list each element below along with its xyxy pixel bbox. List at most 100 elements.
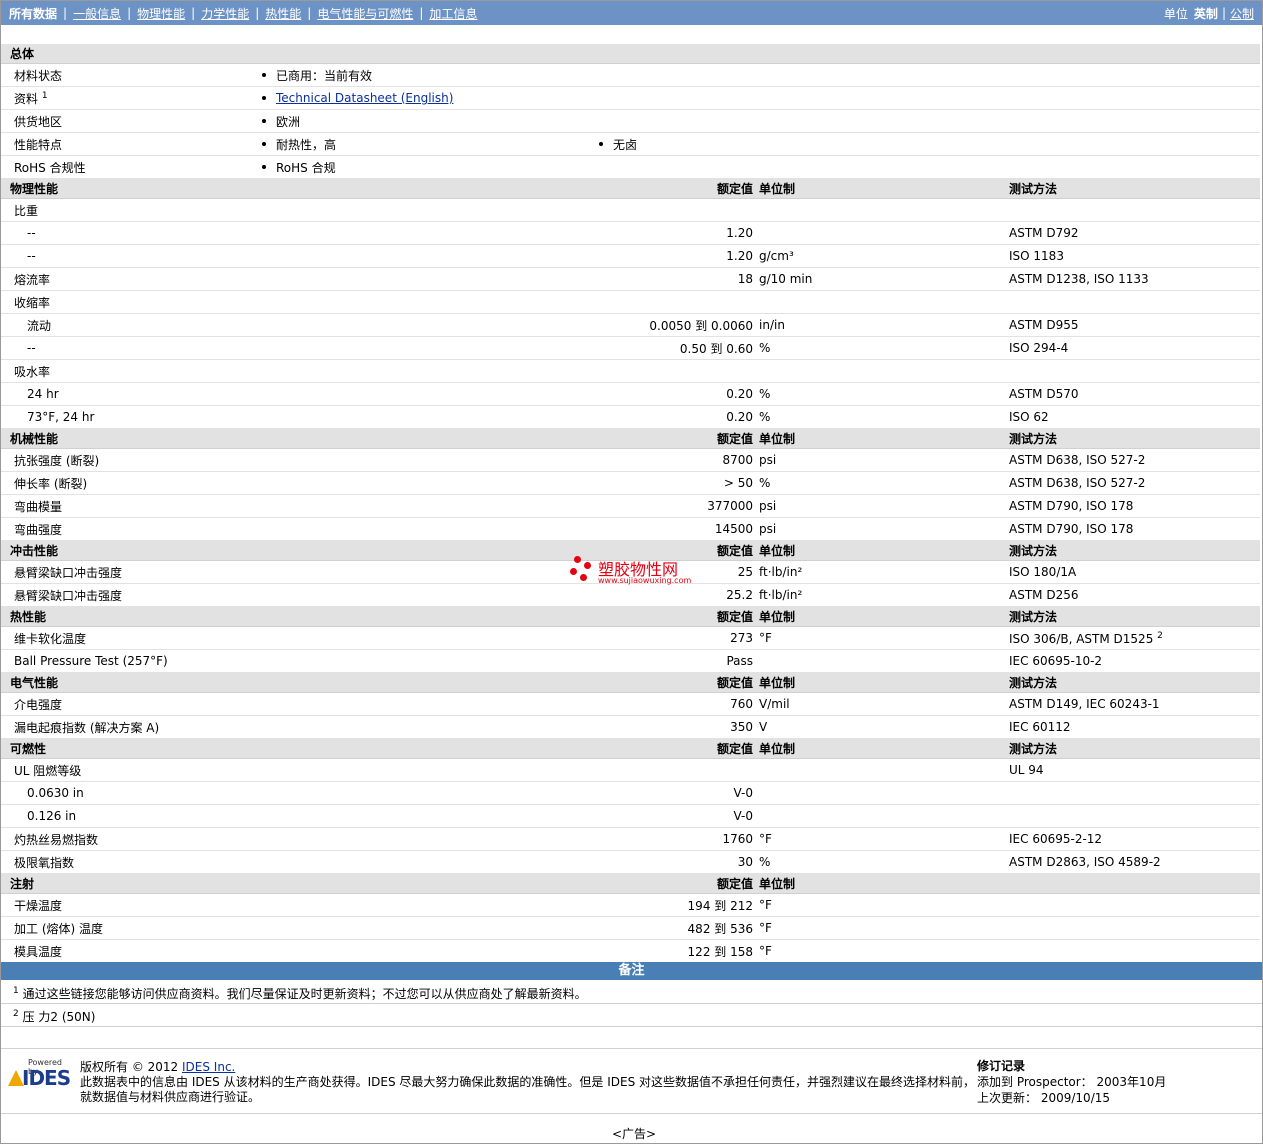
- row-label: 熔流率: [1, 267, 259, 291]
- row-value: 122 到 158: [259, 939, 759, 963]
- footnote-ref: 1: [41, 90, 48, 101]
- table-row: 弯曲强度 14500 psi ASTM D790, ISO 178: [1, 517, 1261, 541]
- row-value: 350: [259, 715, 759, 739]
- row-value: 耐热性，高: [276, 137, 337, 152]
- tab-physical[interactable]: 物理性能: [137, 5, 185, 22]
- table-row: 弯曲模量 377000 psi ASTM D790, ISO 178: [1, 494, 1261, 518]
- row-label: 加工 (熔体) 温度: [1, 916, 259, 940]
- row-label: RoHS 合规性: [1, 155, 259, 179]
- ides-company-link[interactable]: IDES Inc.: [182, 1060, 235, 1074]
- section-title: 电气性能: [10, 676, 59, 690]
- row-method: ISO 180/1A: [1009, 560, 1261, 584]
- row-unit: V: [759, 715, 1009, 739]
- row-label: 介电强度: [1, 692, 259, 716]
- table-row: 收缩率: [1, 290, 1261, 314]
- table-row: 24 hr 0.20 % ASTM D570: [1, 382, 1261, 406]
- col-nominal: 额定值: [716, 432, 753, 446]
- tab-general-info[interactable]: 一般信息: [73, 5, 121, 22]
- tab-electrical-flammability[interactable]: 电气性能与可燃性: [317, 5, 413, 22]
- row-label: 材料状态: [1, 63, 259, 87]
- row-unit: %: [759, 382, 1009, 406]
- row-label: 悬臂梁缺口冲击强度: [1, 560, 259, 584]
- table-row: Ball Pressure Test (257°F) Pass IEC 6069…: [1, 649, 1261, 673]
- row-label: 维卡软化温度: [1, 626, 259, 650]
- col-nominal: 额定值: [716, 182, 753, 196]
- row-unit: g/cm³: [759, 244, 1009, 268]
- section-header-general: 总体: [1, 44, 1261, 64]
- row-label: 资料: [14, 91, 39, 106]
- table-row: 加工 (熔体) 温度 482 到 536 °F: [1, 916, 1261, 940]
- row-value: 0.0050 到 0.0060: [259, 313, 759, 337]
- table-row: 伸长率 (断裂) > 50 % ASTM D638, ISO 527-2: [1, 471, 1261, 495]
- unit-metric-link[interactable]: 公制: [1230, 5, 1254, 22]
- section-title: 热性能: [10, 610, 47, 624]
- tab-nav-bar: 所有数据 | 一般信息 | 物理性能 | 力学性能 | 热性能 | 电气性能与可…: [1, 1, 1262, 25]
- table-row: 73°F, 24 hr 0.20 % ISO 62: [1, 405, 1261, 429]
- row-value: Pass: [259, 649, 759, 673]
- table-row: 供货地区 欧洲: [1, 109, 1261, 133]
- section-header-flammability: 可燃性 额定值 单位制 测试方法: [1, 738, 1261, 759]
- row-label: 漏电起痕指数 (解决方案 A): [1, 715, 259, 739]
- tab-mechanical[interactable]: 力学性能: [201, 5, 249, 22]
- table-row: 极限氧指数 30 % ASTM D2863, ISO 4589-2: [1, 850, 1261, 874]
- row-unit: ft·lb/in²: [759, 560, 1009, 584]
- row-label: 悬臂梁缺口冲击强度: [1, 583, 259, 607]
- section-header-physical: 物理性能 额定值 单位制 测试方法: [1, 178, 1261, 199]
- table-row: 吸水率: [1, 359, 1261, 383]
- ides-logo[interactable]: Powered by IDES: [8, 1058, 71, 1090]
- col-method: 测试方法: [1009, 672, 1261, 693]
- row-method: ISO 306/B, ASTM D1525: [1009, 631, 1154, 646]
- tab-processing[interactable]: 加工信息: [429, 5, 477, 22]
- row-method: IEC 60112: [1009, 715, 1261, 739]
- row-unit: [759, 221, 1009, 245]
- section-title: 冲击性能: [10, 544, 59, 558]
- table-row: -- 1.20 ASTM D792: [1, 221, 1261, 245]
- table-row: 熔流率 18 g/10 min ASTM D1238, ISO 1133: [1, 267, 1261, 291]
- row-label: 收缩率: [1, 290, 1261, 314]
- col-unit: 单位制: [759, 178, 1009, 199]
- row-value: 0.50 到 0.60: [259, 336, 759, 360]
- row-label: 性能特点: [1, 132, 259, 156]
- row-label: 干燥温度: [1, 893, 259, 917]
- bullet-icon: [262, 73, 266, 77]
- row-label: 73°F, 24 hr: [1, 405, 259, 429]
- bullet-icon: [262, 142, 266, 146]
- row-method: ASTM D638, ISO 527-2: [1009, 448, 1261, 472]
- row-value: 无卤: [613, 137, 638, 152]
- ad-placeholder: <广告>: [612, 1127, 657, 1141]
- row-unit: psi: [759, 494, 1009, 518]
- table-row: UL 阻燃等级 UL 94: [1, 758, 1261, 782]
- technical-datasheet-link[interactable]: Technical Datasheet (English): [276, 91, 453, 105]
- row-label: 弯曲模量: [1, 494, 259, 518]
- row-unit: %: [759, 850, 1009, 874]
- col-nominal: 额定值: [716, 877, 753, 891]
- tab-all-data[interactable]: 所有数据: [9, 5, 57, 22]
- section-header-injection: 注射 额定值 单位制: [1, 873, 1261, 894]
- row-value: 760: [259, 692, 759, 716]
- unit-english[interactable]: 英制: [1194, 5, 1218, 22]
- row-label: 流动: [1, 313, 259, 337]
- row-method: UL 94: [1009, 758, 1261, 782]
- table-row: 灼热丝易燃指数 1760 °F IEC 60695-2-12: [1, 827, 1261, 851]
- row-unit: g/10 min: [759, 267, 1009, 291]
- row-label: 供货地区: [1, 109, 259, 133]
- row-value: 377000: [259, 494, 759, 518]
- row-method: ASTM D790, ISO 178: [1009, 517, 1261, 541]
- col-nominal: 额定值: [716, 544, 753, 558]
- revision-title: 修订记录: [977, 1059, 1026, 1073]
- col-method: 测试方法: [1009, 540, 1261, 561]
- row-label: Ball Pressure Test (257°F): [1, 649, 259, 673]
- section-title: 物理性能: [10, 182, 59, 196]
- row-method: IEC 60695-2-12: [1009, 827, 1261, 851]
- section-header-mechanical: 机械性能 额定值 单位制 测试方法: [1, 428, 1261, 449]
- note-1: 1 通过这些链接您能够访问供应商资料。我们尽量保证及时更新资料；不过您可以从供应…: [13, 986, 587, 1001]
- row-value: 14500: [259, 517, 759, 541]
- row-unit: psi: [759, 517, 1009, 541]
- tab-thermal[interactable]: 热性能: [265, 5, 301, 22]
- row-value: 194 到 212: [259, 893, 759, 917]
- table-row: 漏电起痕指数 (解决方案 A) 350 V IEC 60112: [1, 715, 1261, 739]
- table-row: -- 0.50 到 0.60 % ISO 294-4: [1, 336, 1261, 360]
- col-nominal: 额定值: [716, 742, 753, 756]
- col-method: 测试方法: [1009, 738, 1261, 759]
- table-row: 材料状态 已商用：当前有效: [1, 63, 1261, 87]
